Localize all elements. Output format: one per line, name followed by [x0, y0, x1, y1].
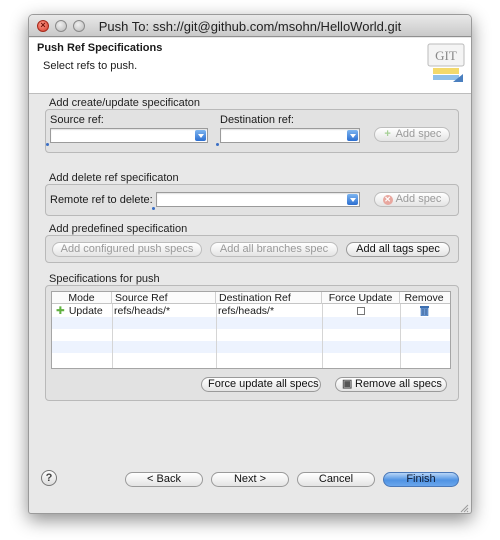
wizard-content: Add create/update specificaton Source re… — [29, 95, 471, 475]
delete-icon: ✕ — [382, 195, 393, 205]
column-divider — [112, 304, 113, 368]
remove-cell[interactable] — [400, 305, 448, 317]
source-ref-combo[interactable] — [50, 128, 208, 143]
chevron-down-icon[interactable] — [347, 194, 358, 205]
wizard-banner: Push Ref Specifications Select refs to p… — [29, 38, 471, 94]
remove-all-icon: ▣ — [342, 378, 353, 390]
remove-all-specs-label: Remove all specs — [355, 378, 442, 390]
git-logo-text: GIT — [435, 48, 457, 63]
force-update-cell[interactable] — [322, 305, 400, 317]
trash-icon[interactable] — [419, 305, 429, 317]
column-divider — [216, 304, 217, 368]
force-update-checkbox[interactable] — [357, 307, 365, 316]
required-field-icon — [216, 143, 219, 146]
source-ref-cell[interactable]: refs/heads/* — [114, 305, 214, 317]
title-bar[interactable]: × Push To: ssh://git@github.com/msohn/He… — [29, 15, 471, 37]
predefined-group-label: Add predefined specification — [49, 223, 188, 235]
add-delete-spec-label: Add spec — [395, 193, 442, 205]
column-header-destination-ref[interactable]: Destination Ref — [216, 292, 322, 304]
remote-ref-label: Remote ref to delete: — [50, 194, 153, 206]
mode-cell[interactable]: ✚ Update — [56, 305, 112, 317]
column-header-mode[interactable]: Mode — [52, 292, 112, 304]
column-divider — [400, 304, 401, 368]
column-header-remove[interactable]: Remove — [400, 292, 448, 304]
delete-group-label: Add delete ref specificaton — [49, 172, 179, 184]
plus-icon: + — [384, 128, 391, 140]
column-header-source-ref[interactable]: Source Ref — [112, 292, 216, 304]
back-button[interactable]: < Back — [125, 472, 203, 487]
help-icon[interactable]: ? — [41, 470, 57, 486]
specs-group-label: Specifications for push — [49, 273, 160, 285]
create-update-group: Source ref: Destination ref: + Add spec — [45, 109, 459, 153]
predefined-group: Add configured push specs Add all branch… — [45, 235, 459, 263]
finish-button[interactable]: Finish — [383, 472, 459, 487]
column-header-force-update[interactable]: Force Update — [322, 292, 400, 304]
add-all-branches-spec-button[interactable]: Add all branches spec — [210, 242, 338, 257]
cancel-button[interactable]: Cancel — [297, 472, 375, 487]
column-divider — [322, 304, 323, 368]
required-field-icon — [152, 207, 155, 210]
page-description: Select refs to push. — [43, 60, 138, 72]
force-update-all-specs-button[interactable]: Force update all specs — [201, 377, 321, 392]
destination-ref-combo[interactable] — [220, 128, 360, 143]
add-create-spec-button[interactable]: + Add spec — [374, 127, 450, 142]
window-title: Push To: ssh://git@github.com/msohn/Hell… — [98, 19, 402, 34]
push-dialog-window: × Push To: ssh://git@github.com/msohn/He… — [28, 14, 472, 514]
remote-ref-combo[interactable] — [156, 192, 360, 207]
chevron-down-icon[interactable] — [347, 130, 358, 141]
destination-ref-cell[interactable]: refs/heads/* — [218, 305, 320, 317]
plus-icon: ✚ — [56, 305, 65, 317]
create-group-label: Add create/update specificaton — [49, 97, 201, 109]
remove-all-specs-button[interactable]: ▣ Remove all specs — [335, 377, 447, 392]
add-configured-push-specs-button[interactable]: Add configured push specs — [52, 242, 202, 257]
page-title: Push Ref Specifications — [37, 42, 163, 54]
add-create-spec-label: Add spec — [395, 128, 442, 140]
resize-grip-icon[interactable] — [459, 503, 469, 513]
add-all-tags-spec-button[interactable]: Add all tags spec — [346, 242, 450, 257]
delete-group: Remote ref to delete: ✕ Add spec — [45, 184, 459, 216]
button-bar: ? < Back Next > Cancel Finish — [29, 467, 471, 513]
source-ref-label: Source ref: — [50, 114, 104, 126]
chevron-down-icon[interactable] — [195, 130, 206, 141]
git-logo-icon: GIT — [427, 43, 465, 82]
specs-table[interactable]: Mode Source Ref Destination Ref Force Up… — [51, 291, 451, 369]
next-button[interactable]: Next > — [211, 472, 289, 487]
specs-table-header: Mode Source Ref Destination Ref Force Up… — [52, 292, 450, 304]
destination-ref-label: Destination ref: — [220, 114, 294, 126]
mode-value: Update — [68, 305, 103, 317]
add-delete-spec-button[interactable]: ✕ Add spec — [374, 192, 450, 207]
required-field-icon — [46, 143, 49, 146]
